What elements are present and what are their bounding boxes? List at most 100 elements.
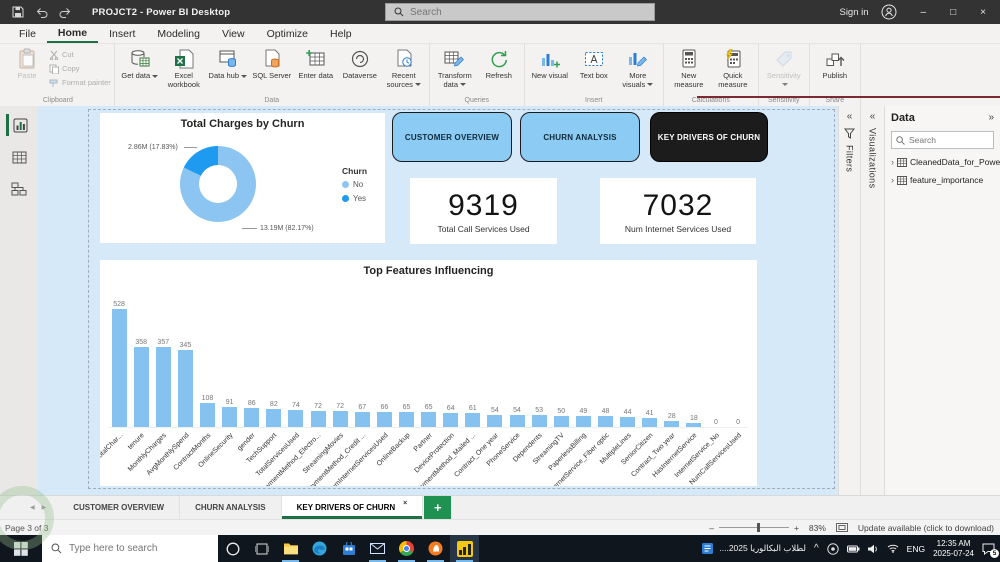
nav-button-customer-overview[interactable]: CUSTOMER OVERVIEW	[392, 112, 512, 162]
legend-item-yes[interactable]: Yes	[342, 194, 367, 203]
data-search-input[interactable]	[909, 135, 989, 145]
bar[interactable]	[686, 423, 701, 427]
donut-chart[interactable]	[180, 146, 256, 222]
kpi-card-total-call-services[interactable]: 9319 Total Call Services Used	[410, 178, 557, 244]
taskbar-document-button[interactable]: لطلاب البكالوريا 2025....	[701, 542, 806, 555]
fit-to-page-icon[interactable]	[836, 523, 848, 532]
page-tab-customer-overview[interactable]: CUSTOMER OVERVIEW	[58, 496, 180, 519]
report-canvas[interactable]: Total Charges by Churn 2.86M (17.83%) 13…	[38, 106, 838, 495]
cut-button[interactable]: Cut	[49, 49, 111, 60]
bar-column[interactable]: 528	[108, 296, 130, 427]
format-painter-button[interactable]: Format painter	[49, 77, 111, 88]
bar-column[interactable]: 61	[462, 296, 484, 427]
bar-column[interactable]: 82	[263, 296, 285, 427]
zoom-slider-thumb[interactable]	[757, 523, 760, 532]
zoom-in-icon[interactable]: +	[794, 523, 799, 533]
bar-chart-visual[interactable]: Top Features Influencing 528358357345108…	[100, 260, 757, 486]
bar[interactable]	[178, 350, 193, 427]
expand-panel-icon[interactable]: «	[870, 112, 876, 122]
new-visual-button[interactable]: New visual	[528, 46, 572, 83]
language-indicator[interactable]: ENG	[907, 544, 925, 554]
update-available-link[interactable]: Update available (click to download)	[858, 523, 994, 533]
menu-insert[interactable]: Insert	[98, 24, 146, 43]
bar[interactable]	[421, 412, 436, 427]
bar-column[interactable]: 74	[285, 296, 307, 427]
bar[interactable]	[200, 403, 215, 427]
save-icon[interactable]	[12, 6, 24, 18]
bar[interactable]	[333, 411, 348, 427]
bar[interactable]	[288, 410, 303, 427]
bar[interactable]	[156, 347, 171, 427]
bar-column[interactable]: 358	[130, 296, 152, 427]
bar[interactable]	[465, 413, 480, 427]
bar-column[interactable]: 65	[395, 296, 417, 427]
bar[interactable]	[620, 417, 635, 427]
bar[interactable]	[443, 413, 458, 427]
bar-column[interactable]: 18	[683, 296, 705, 427]
data-hub-button[interactable]: Data hub	[206, 46, 250, 83]
bar[interactable]	[598, 416, 613, 427]
avast-icon[interactable]	[421, 535, 450, 562]
zoom-slider-track[interactable]	[719, 527, 789, 528]
bar[interactable]	[399, 412, 414, 427]
bar[interactable]	[664, 421, 679, 427]
legend-item-no[interactable]: No	[342, 180, 367, 189]
enter-data-button[interactable]: Enter data	[294, 46, 338, 83]
data-table-item[interactable]: › CleanedData_for_Power...	[891, 157, 994, 167]
table-view-button[interactable]	[6, 146, 32, 168]
bar-column[interactable]: 54	[506, 296, 528, 427]
sql-server-button[interactable]: SQL Server	[250, 46, 294, 83]
bar[interactable]	[244, 408, 259, 427]
battery-icon[interactable]	[847, 545, 860, 553]
bar-column[interactable]: 41	[639, 296, 661, 427]
bar-column[interactable]: 86	[241, 296, 263, 427]
sign-in-link[interactable]: Sign in	[839, 7, 868, 18]
close-button[interactable]: ×	[980, 7, 986, 18]
bar[interactable]	[642, 418, 657, 427]
action-center-icon[interactable]: 5	[982, 543, 995, 555]
global-search-input[interactable]	[410, 7, 646, 18]
expand-tree-icon[interactable]: ›	[891, 175, 894, 185]
nav-button-key-drivers[interactable]: KEY DRIVERS OF CHURN	[650, 112, 768, 162]
taskbar-search-input[interactable]	[69, 543, 209, 554]
undo-icon[interactable]	[35, 7, 48, 18]
bar-column[interactable]: 44	[617, 296, 639, 427]
bar[interactable]	[112, 309, 127, 427]
refresh-button[interactable]: Refresh	[477, 46, 521, 83]
bar-column[interactable]: 64	[440, 296, 462, 427]
transform-data-button[interactable]: Transform data	[433, 46, 477, 91]
menu-modeling[interactable]: Modeling	[146, 24, 211, 43]
bar-column[interactable]: 48	[594, 296, 616, 427]
minimize-button[interactable]: –	[921, 7, 927, 18]
bar-column[interactable]: 50	[550, 296, 572, 427]
new-measure-button[interactable]: New measure	[667, 46, 711, 91]
donut-chart-visual[interactable]: Total Charges by Churn 2.86M (17.83%) 13…	[100, 113, 385, 243]
bar[interactable]	[222, 407, 237, 427]
account-avatar-icon[interactable]	[881, 4, 897, 20]
bar-column[interactable]: 0	[705, 296, 727, 427]
expand-tree-icon[interactable]: ›	[891, 157, 894, 167]
volume-icon[interactable]	[868, 544, 879, 554]
page-tab-key-drivers[interactable]: KEY DRIVERS OF CHURN×	[282, 496, 424, 519]
next-page-arrow[interactable]: ▶	[42, 504, 47, 511]
bar-column[interactable]: 49	[572, 296, 594, 427]
file-explorer-icon[interactable]	[276, 535, 305, 562]
wifi-icon[interactable]	[887, 544, 899, 553]
menu-optimize[interactable]: Optimize	[256, 24, 319, 43]
report-view-button[interactable]	[6, 114, 32, 136]
zoom-out-icon[interactable]: –	[709, 523, 714, 533]
people-icon[interactable]	[827, 543, 839, 555]
bar[interactable]	[266, 409, 281, 427]
prev-page-arrow[interactable]: ◀	[30, 504, 35, 511]
start-button[interactable]	[0, 535, 42, 562]
cortana-icon[interactable]	[218, 535, 247, 562]
nav-button-churn-analysis[interactable]: CHURN ANALYSIS	[520, 112, 640, 162]
zoom-slider[interactable]: – +	[709, 523, 799, 533]
mail-icon[interactable]	[363, 535, 392, 562]
bar-column[interactable]: 53	[528, 296, 550, 427]
bar[interactable]	[377, 412, 392, 427]
filters-panel-collapsed[interactable]: « Filters	[838, 106, 860, 495]
bar-column[interactable]: 65	[418, 296, 440, 427]
visualizations-panel-collapsed[interactable]: « Visualizations	[860, 106, 884, 495]
bar-column[interactable]: 72	[329, 296, 351, 427]
